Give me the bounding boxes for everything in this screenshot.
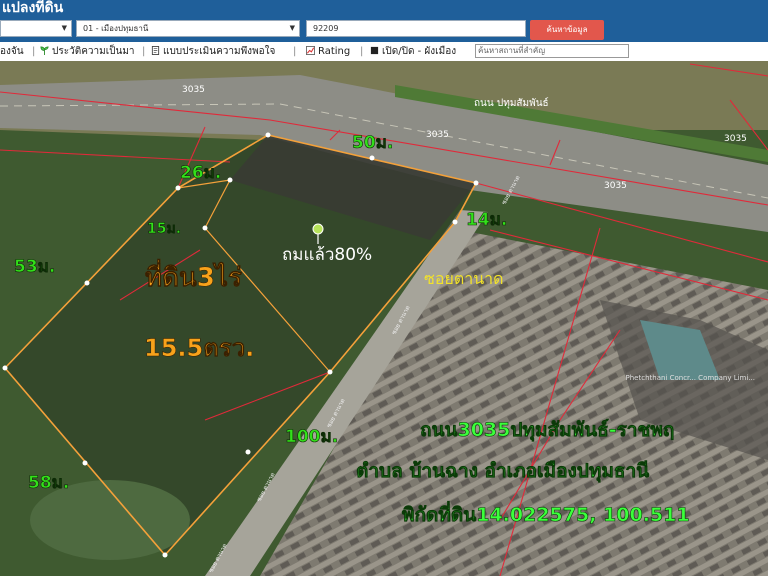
document-icon (151, 46, 160, 55)
road-name-label: ถนน ปทุมสัมพันธ์ (474, 97, 549, 109)
page-title: แปลงที่ดิน (2, 0, 64, 16)
dimension-left-58: 58ม. (28, 473, 69, 493)
toolbar-item-zoning-toggle[interactable]: เปิด/ปิด - ผังเมือง (370, 42, 456, 61)
toolbar-item-history-label: ประวัติความเป็นมา (52, 46, 135, 57)
toolbar: องจัน | ประวัติความเป็นมา | แบบประเมินคว… (0, 42, 768, 62)
parcel-number-input[interactable]: 92209 (306, 20, 526, 37)
info-line-coordinates: พิกัดที่ดิน14.022575, 100.511 (402, 501, 690, 526)
dimension-bottom-100: 100ม. (285, 427, 338, 447)
road-label-3035: 3035 (604, 181, 627, 191)
chevron-down-icon: ▼ (289, 24, 295, 32)
dimension-right-14: 14ม. (466, 210, 507, 230)
toolbar-divider: | (142, 46, 146, 57)
chart-icon (306, 46, 315, 55)
company-label: Phetchthani Concr... Company Limi... (626, 374, 755, 382)
dimension-left-53: 53ม. (14, 257, 55, 277)
road-label-3035: 3035 (724, 134, 747, 144)
area-title: ที่ดิน3ไร่ (145, 258, 242, 293)
road-label-3035: 3035 (182, 85, 205, 95)
toolbar-divider: | (293, 46, 297, 57)
chevron-down-icon: ▼ (61, 24, 67, 32)
province-select[interactable]: ▼ (0, 20, 72, 37)
district-select-value: 01 - เมืองปทุมธานี (83, 24, 149, 33)
toolbar-divider: | (360, 46, 364, 57)
info-line-road: ถนน3035ปทุมสัมพันธ์-ราชพฤ (420, 419, 674, 442)
soi-name-label: ซอยตานาด (424, 269, 504, 288)
parcel-number-value: 92209 (313, 24, 339, 33)
dimension-top-50: 50ม. (352, 133, 393, 153)
toolbar-item-rating-label: Rating (318, 46, 351, 57)
fill-note-label: ถมแล้ว80% (282, 245, 372, 265)
toolbar-item-1[interactable]: องจัน (0, 42, 24, 61)
toolbar-item-rating[interactable]: Rating (306, 42, 350, 61)
search-button[interactable]: ค้นหาข้อมูล (530, 20, 604, 40)
satellite-map[interactable]: 3035 3035 3035 3035 ถนน ปทุมสัมพันธ์ Phe… (0, 61, 768, 576)
toolbar-item-survey-label: แบบประเมินความพึงพอใจ (163, 46, 276, 57)
toolbar-item-history[interactable]: ประวัติความเป็นมา (40, 42, 135, 61)
toolbar-divider: | (32, 46, 36, 57)
road-label-3035: 3035 (426, 130, 449, 140)
area-subtitle: 15.5ตรว. (144, 334, 254, 362)
toolbar-item-zoning-label: เปิด/ปิด - ผังเมือง (382, 46, 457, 57)
dimension-inner-15: 15ม. (147, 221, 181, 237)
checkbox-icon[interactable] (370, 46, 379, 55)
landmark-search-input[interactable]: ค้นหาสถานที่สำคัญ (475, 44, 629, 58)
dimension-top-26: 26ม. (180, 163, 221, 183)
info-line-address: ตำบล บ้านฉาง อำเภอเมืองปทุมธานี (356, 460, 649, 483)
plant-icon (40, 46, 49, 55)
toolbar-item-survey[interactable]: แบบประเมินความพึงพอใจ (151, 42, 275, 61)
district-select[interactable]: 01 - เมืองปทุมธานี ▼ (76, 20, 300, 37)
top-bar: แปลงที่ดิน ▼ 01 - เมืองปทุมธานี ▼ 92209 … (0, 0, 768, 42)
